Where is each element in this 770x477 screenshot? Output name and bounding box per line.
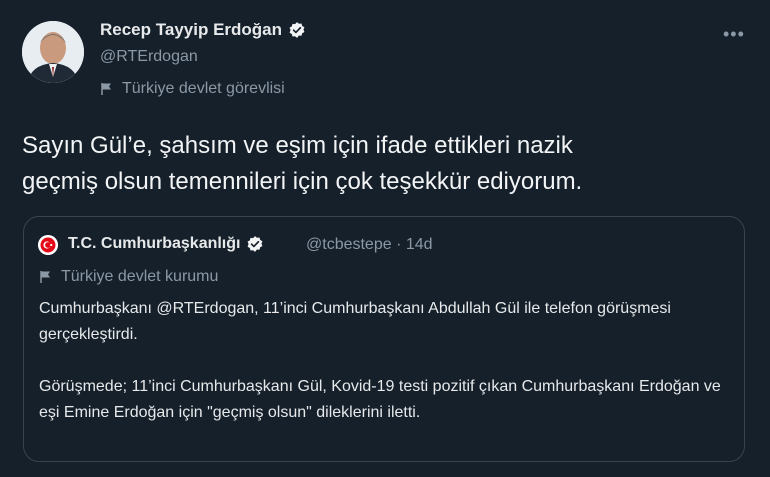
account-label: Türkiye devlet görevlisi — [100, 80, 285, 98]
verified-badge-icon — [246, 235, 264, 253]
quoted-author-name-text[interactable]: T.C. Cumhurbaşkanlığı — [68, 235, 240, 253]
author-name-text[interactable]: Recep Tayyip Erdoğan — [100, 20, 282, 40]
quoted-paragraph-1: Cumhurbaşkanı @RTErdogan, 11’inci Cumhur… — [39, 300, 671, 343]
meta-separator: · — [396, 236, 402, 253]
author-handle[interactable]: @RTErdogan — [100, 48, 198, 66]
flag-icon — [100, 82, 114, 96]
quoted-author-avatar[interactable] — [38, 235, 58, 255]
quoted-handle[interactable]: @tcbestepe — [306, 236, 392, 253]
quoted-tweet-card[interactable]: T.C. Cumhurbaşkanlığı @tcbestepe · 14d T… — [23, 216, 745, 462]
quoted-author-name[interactable]: T.C. Cumhurbaşkanlığı — [68, 235, 264, 253]
quoted-meta: @tcbestepe · 14d — [306, 236, 433, 254]
quoted-account-label-text: Türkiye devlet kurumu — [61, 268, 219, 285]
quoted-account-label: Türkiye devlet kurumu — [39, 268, 218, 286]
verified-badge-icon — [288, 21, 306, 39]
author-name[interactable]: Recep Tayyip Erdoğan — [100, 20, 306, 40]
tweet-text: Sayın Gül’e, şahsım ve eşim için ifade e… — [22, 132, 583, 195]
flag-icon — [39, 270, 53, 284]
quoted-time[interactable]: 14d — [406, 236, 433, 253]
quoted-tweet-text: Cumhurbaşkanı @RTErdogan, 11’inci Cumhur… — [39, 296, 729, 426]
author-avatar[interactable] — [22, 21, 84, 83]
quoted-paragraph-2: Görüşmede; 11’inci Cumhurbaşkanı Gül, Ko… — [39, 378, 721, 421]
more-horizontal-icon[interactable]: ••• — [723, 24, 745, 45]
account-label-text: Türkiye devlet görevlisi — [122, 80, 285, 97]
